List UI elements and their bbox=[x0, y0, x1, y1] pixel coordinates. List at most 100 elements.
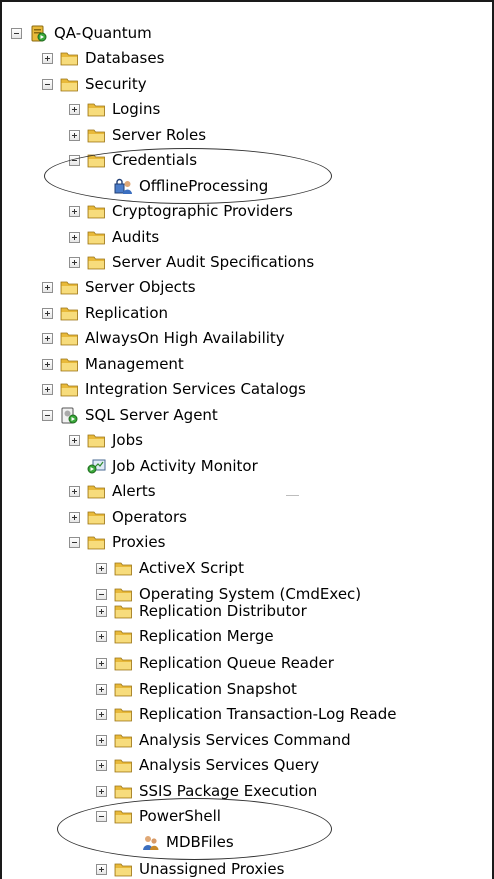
expand-toggle-icon[interactable] bbox=[69, 256, 80, 268]
folder-icon bbox=[60, 279, 79, 296]
tree-node-label: Analysis Services Command bbox=[139, 731, 351, 749]
expand-toggle-icon[interactable] bbox=[69, 434, 80, 446]
expand-toggle-icon[interactable] bbox=[69, 485, 80, 497]
expand-toggle-icon[interactable] bbox=[96, 683, 107, 695]
folder-icon bbox=[87, 432, 106, 449]
tree-node-replication-snapshot[interactable]: Replication Snapshot bbox=[96, 678, 297, 700]
tree-node-analysis-services-command[interactable]: Analysis Services Command bbox=[96, 729, 351, 751]
folder-icon bbox=[114, 808, 133, 825]
tree-node-replication[interactable]: Replication bbox=[42, 302, 168, 324]
folder-icon bbox=[114, 603, 133, 620]
tree-node-sql-server-agent[interactable]: SQL Server Agent bbox=[42, 404, 218, 426]
expand-toggle-icon[interactable] bbox=[69, 129, 80, 141]
expand-toggle-icon[interactable] bbox=[96, 657, 107, 669]
tree-node-server-roles[interactable]: Server Roles bbox=[69, 124, 206, 146]
folder-icon bbox=[87, 229, 106, 246]
tree-node-ssis-package-execution[interactable]: SSIS Package Execution bbox=[96, 780, 317, 802]
monitor-icon bbox=[87, 458, 106, 475]
tree-node-label: Job Activity Monitor bbox=[112, 457, 258, 475]
expand-toggle-icon[interactable] bbox=[42, 332, 53, 344]
tree-node-integration-services-catalogs[interactable]: Integration Services Catalogs bbox=[42, 378, 306, 400]
expand-toggle-icon[interactable] bbox=[69, 205, 80, 217]
expand-toggle-icon[interactable] bbox=[69, 103, 80, 115]
tree-node-label: Management bbox=[85, 355, 184, 373]
tree-node-label: Replication Distributor bbox=[139, 602, 307, 620]
tree-node-management[interactable]: Management bbox=[42, 353, 184, 375]
expand-toggle-icon[interactable] bbox=[69, 231, 80, 243]
expand-toggle-icon[interactable] bbox=[42, 281, 53, 293]
tree-root-qa-quantum[interactable]: QA-Quantum bbox=[11, 22, 152, 44]
tree-node-label: Jobs bbox=[112, 431, 143, 449]
tree-node-label: SSIS Package Execution bbox=[139, 782, 318, 800]
expand-toggle-icon[interactable] bbox=[42, 358, 53, 370]
tree-node-label: OfflineProcessing bbox=[139, 177, 269, 195]
collapse-toggle-icon[interactable] bbox=[69, 154, 80, 166]
expand-toggle-icon[interactable] bbox=[69, 511, 80, 523]
expand-toggle-icon[interactable] bbox=[96, 785, 107, 797]
tree-node-replication-queue-reader[interactable]: Replication Queue Reader bbox=[96, 652, 334, 674]
tree-node-operators[interactable]: Operators bbox=[69, 506, 187, 528]
tree-node-activex-script[interactable]: ActiveX Script bbox=[96, 557, 244, 579]
tree-node-replication-distributor[interactable]: Replication Distributor bbox=[96, 600, 307, 622]
tree-node-label: Replication Snapshot bbox=[139, 680, 297, 698]
folder-icon bbox=[60, 381, 79, 398]
expand-toggle-icon[interactable] bbox=[96, 734, 107, 746]
agent-icon bbox=[60, 407, 79, 424]
tree-node-mdbfiles[interactable]: MDBFiles bbox=[123, 831, 234, 853]
folder-icon bbox=[114, 706, 133, 723]
collapse-toggle-icon[interactable] bbox=[11, 27, 22, 39]
expand-toggle-icon[interactable] bbox=[42, 307, 53, 319]
folder-icon bbox=[114, 681, 133, 698]
tree-node-server-audit-specifications[interactable]: Server Audit Specifications bbox=[69, 251, 314, 273]
expand-toggle-icon[interactable] bbox=[42, 383, 53, 395]
tree-node-label: Server Audit Specifications bbox=[112, 253, 315, 271]
folder-icon bbox=[87, 101, 106, 118]
tree-node-proxies[interactable]: Proxies bbox=[69, 531, 165, 553]
tree-node-label: Server Objects bbox=[85, 278, 196, 296]
tree-node-unassigned-proxies[interactable]: Unassigned Proxies bbox=[96, 858, 284, 879]
expand-toggle-icon[interactable] bbox=[96, 863, 107, 875]
tree-node-label: Credentials bbox=[112, 151, 198, 169]
tree-node-job-activity-monitor[interactable]: Job Activity Monitor bbox=[69, 455, 258, 477]
tree-node-cryptographic-providers[interactable]: Cryptographic Providers bbox=[69, 200, 293, 222]
tree-node-alwayson[interactable]: AlwaysOn High Availability bbox=[42, 327, 285, 349]
tree-node-label: Unassigned Proxies bbox=[139, 860, 285, 878]
tree-node-analysis-services-query[interactable]: Analysis Services Query bbox=[96, 754, 319, 776]
tree-node-label: Security bbox=[85, 75, 147, 93]
tree-node-powershell[interactable]: PowerShell bbox=[96, 805, 221, 827]
collapse-toggle-icon[interactable] bbox=[69, 536, 80, 548]
tree-node-credentials[interactable]: Credentials bbox=[69, 149, 197, 171]
tree-node-label: Analysis Services Query bbox=[139, 756, 320, 774]
tree-node-jobs[interactable]: Jobs bbox=[69, 429, 143, 451]
tree-node-databases[interactable]: Databases bbox=[42, 47, 164, 69]
tree-node-audits[interactable]: Audits bbox=[69, 226, 159, 248]
expand-toggle-icon[interactable] bbox=[96, 708, 107, 720]
tree-node-server-objects[interactable]: Server Objects bbox=[42, 276, 196, 298]
expand-toggle-icon[interactable] bbox=[96, 605, 107, 617]
tree-node-label: SQL Server Agent bbox=[85, 406, 218, 424]
tree-node-security[interactable]: Security bbox=[42, 73, 147, 95]
expand-toggle-icon[interactable] bbox=[42, 52, 53, 64]
tree-node-label: Cryptographic Providers bbox=[112, 202, 293, 220]
folder-icon bbox=[114, 655, 133, 672]
tree-node-label: Replication Transaction-Log Reade bbox=[139, 705, 397, 723]
collapse-toggle-icon[interactable] bbox=[96, 810, 107, 822]
expand-toggle-icon[interactable] bbox=[96, 562, 107, 574]
collapse-toggle-icon[interactable] bbox=[42, 409, 53, 421]
folder-icon bbox=[114, 861, 133, 878]
folder-icon bbox=[87, 254, 106, 271]
tree-node-offline-processing[interactable]: OfflineProcessing bbox=[96, 175, 268, 197]
collapse-toggle-icon[interactable] bbox=[42, 78, 53, 90]
tree-node-label: MDBFiles bbox=[166, 833, 234, 851]
tree-node-alerts[interactable]: Alerts bbox=[69, 480, 156, 502]
collapse-toggle-icon[interactable] bbox=[96, 588, 107, 600]
divider bbox=[286, 495, 299, 496]
tree-node-replication-merge[interactable]: Replication Merge bbox=[96, 625, 274, 647]
tree-node-label: PowerShell bbox=[139, 807, 221, 825]
tree-node-logins[interactable]: Logins bbox=[69, 98, 160, 120]
folder-icon bbox=[87, 509, 106, 526]
expand-toggle-icon[interactable] bbox=[96, 630, 107, 642]
tree-node-replication-transaction-log-reader[interactable]: Replication Transaction-Log Reade bbox=[96, 703, 396, 725]
folder-icon bbox=[60, 50, 79, 67]
expand-toggle-icon[interactable] bbox=[96, 759, 107, 771]
